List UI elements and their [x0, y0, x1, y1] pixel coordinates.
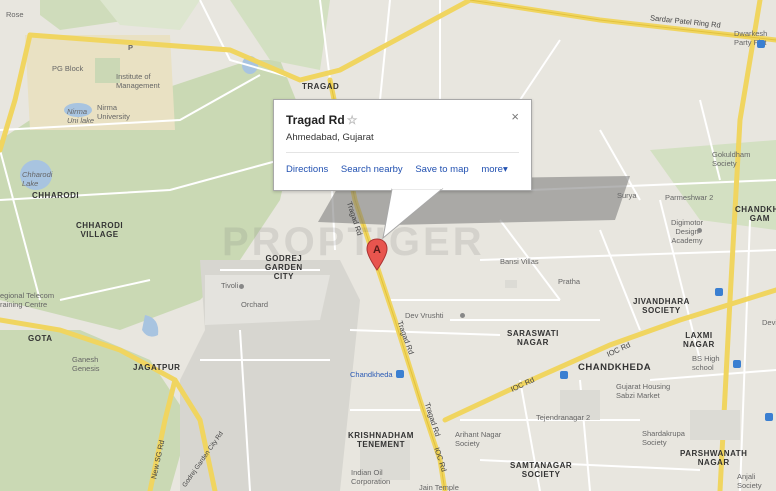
area-krishnadham: KRISHNADHAM TENEMENT [348, 431, 414, 449]
poi-ganesh: Ganesh Genesis [72, 355, 100, 373]
poi-nirma-lake: Nirma Uni lake [67, 107, 95, 125]
info-window: Tragad Rd ☆ × Ahmedabad, Gujarat Directio… [273, 99, 532, 191]
poi-dot [460, 313, 465, 318]
poi-orchard: Orchard [241, 300, 269, 309]
area-chharodi: CHHARODI [32, 191, 80, 200]
poi-arihant: Arihant Nagar Society [455, 430, 502, 448]
area-saraswati: SARASWATI NAGAR [507, 329, 559, 347]
bus-stop-icon [560, 371, 568, 379]
poi-pratha: Pratha [558, 277, 581, 286]
info-divider [286, 152, 519, 153]
poi-tivoli: Tivoli [221, 281, 239, 290]
area-godrej: GODREJ GARDEN CITY [265, 254, 303, 281]
poi-bs-high: BS High school [692, 354, 720, 372]
poi-chharodi-lake: Chharodi Lake [22, 170, 53, 188]
poi-dev-vrushti: Dev Vrushti [405, 311, 444, 320]
more-link[interactable]: more▾ [481, 164, 507, 175]
save-to-map-link[interactable]: Save to map [415, 164, 468, 175]
poi-institute: Institute of Management [116, 72, 160, 90]
area-jivandhara: JIVANDHARA SOCIETY [633, 297, 690, 315]
poi-dot [697, 228, 702, 233]
bus-stop-icon [765, 413, 773, 421]
bus-stop-icon [733, 360, 741, 368]
poi-parmeshwar: Parmeshwar 2 [665, 193, 714, 202]
area-laxmi: LAXMI NAGAR [683, 331, 715, 349]
area-parshwanath: PARSHWANATH NAGAR [680, 449, 748, 467]
marker-label: A [373, 244, 381, 256]
poi-indian-oil: Indian Oil Corporation [351, 468, 391, 486]
area-samtanagar: SAMTANAGAR SOCIETY [510, 461, 573, 479]
poi-anjali: Anjali Society [737, 472, 762, 490]
info-links: Directions Search nearby Save to map mor… [286, 164, 518, 175]
map-canvas[interactable]: PROPTIGER Sardar Patel Ring Rd Tragad Rd… [0, 0, 776, 491]
poi-dot [239, 284, 244, 289]
close-icon[interactable]: × [511, 109, 519, 124]
poi-telecom: egional Telecom raining Centre [0, 291, 55, 309]
poi-gokuldham: Gokuldham Society [712, 150, 751, 168]
poi-rose: Rose [6, 10, 24, 19]
info-window-tail [382, 188, 444, 240]
search-nearby-link[interactable]: Search nearby [341, 164, 403, 175]
poi-p: P [128, 43, 134, 52]
poi-bansi: Bansi Villas [500, 257, 539, 266]
poi-jain-temple: Jain Temple [419, 483, 459, 491]
area-chharodi-village: CHHARODI VILLAGE [76, 221, 124, 239]
area-chandkheda-gam: CHANDKHE GAM [735, 205, 776, 223]
bus-stop-icon [757, 40, 765, 48]
poi-chandkheda-station: Chandkheda [350, 370, 393, 379]
area-tragad: TRAGAD [302, 82, 340, 91]
poi-surya: Surya [617, 191, 637, 200]
bus-stop-icon [396, 370, 404, 378]
marker-a-icon[interactable]: A [366, 238, 388, 272]
area-jagatpur: JAGATPUR [133, 363, 181, 372]
poi-nirma-uni: Nirma University [97, 103, 130, 121]
info-title-text: Tragad Rd [286, 113, 345, 127]
info-title: Tragad Rd ☆ [286, 113, 357, 127]
bus-stop-icon [715, 288, 723, 296]
poi-tejendranagar: Tejendranagar 2 [536, 413, 591, 422]
poi-gujarat-housing: Gujarat Housing Sabzi Market [616, 382, 671, 400]
area-gota: GOTA [28, 334, 53, 343]
info-address: Ahmedabad, Gujarat [286, 132, 374, 143]
poi-shardakrupa: Shardakrupa Society [642, 429, 685, 447]
poi-devi: Devi [762, 318, 776, 327]
directions-link[interactable]: Directions [286, 164, 328, 175]
area-chandkheda: CHANDKHEDA [578, 362, 652, 373]
poi-pg-block: PG Block [52, 64, 84, 73]
star-icon[interactable]: ☆ [347, 113, 358, 127]
